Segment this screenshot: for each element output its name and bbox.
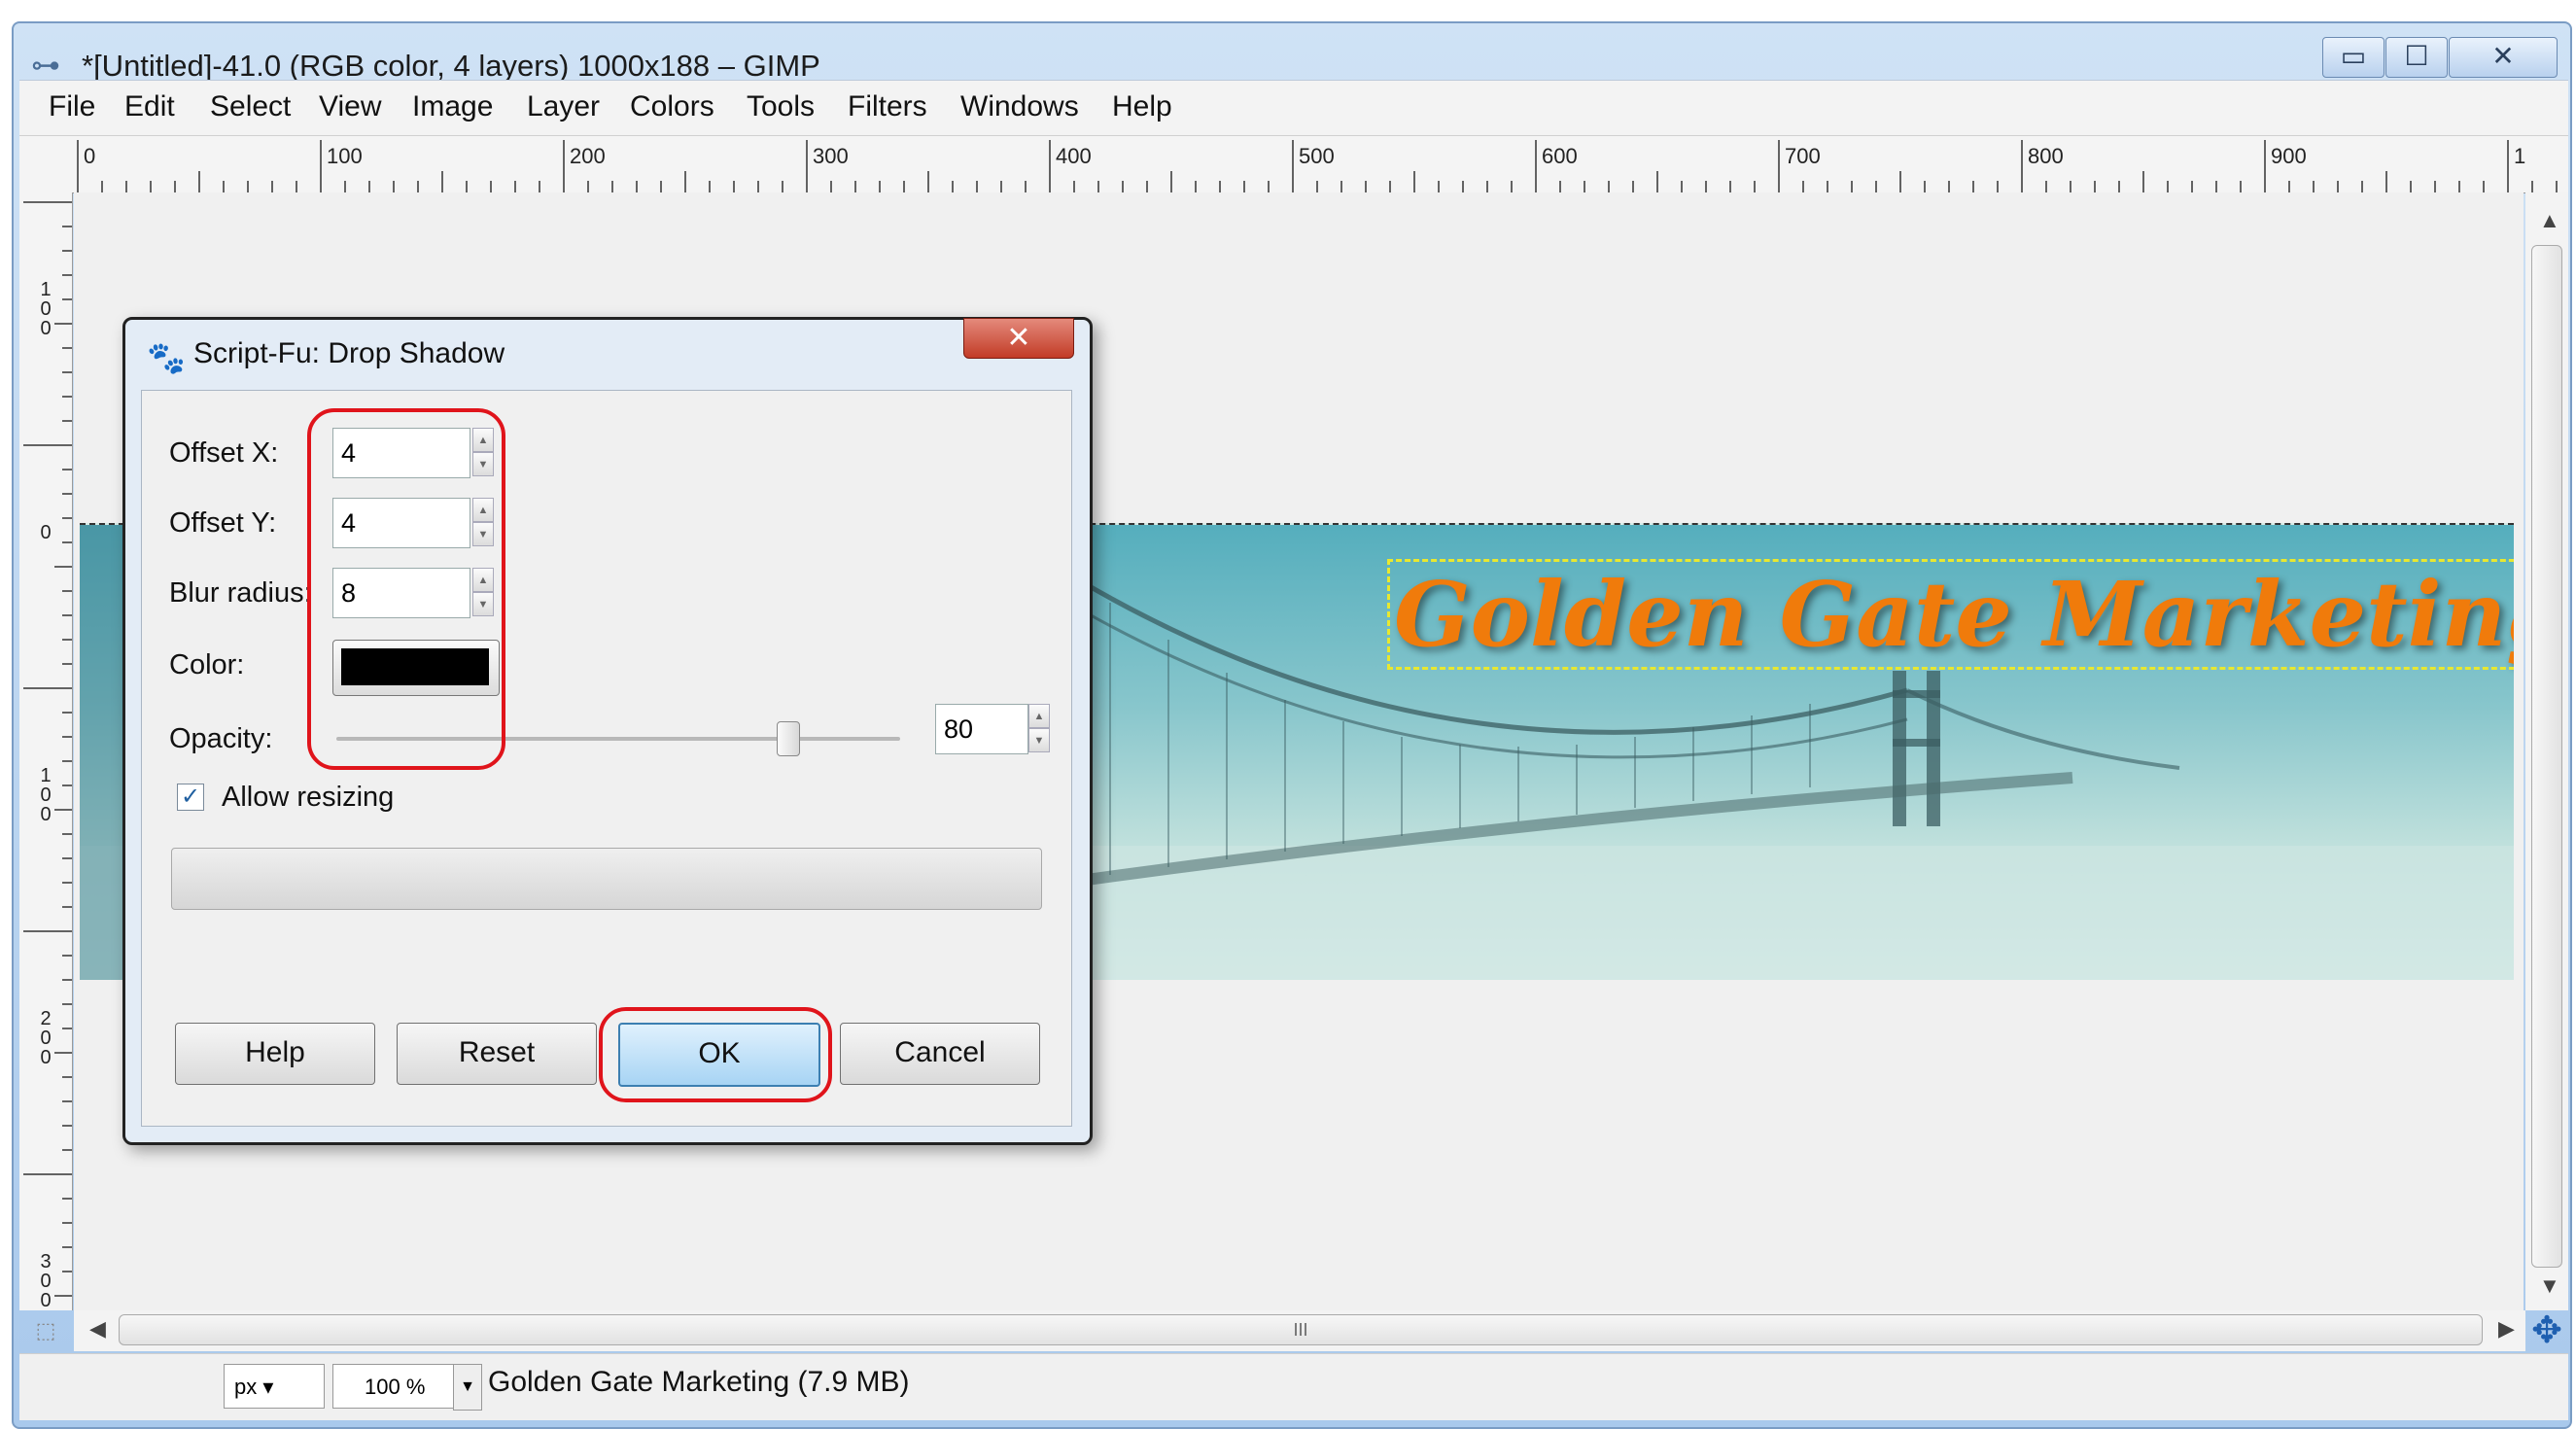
offset-x-label: Offset X: xyxy=(169,437,279,469)
ruler-label: 100 xyxy=(327,144,363,168)
vertical-scrollbar[interactable]: ▲ ▼ xyxy=(2525,192,2568,1310)
zoom-dropdown-icon[interactable]: ▼ xyxy=(453,1364,482,1411)
ruler-label: 300 xyxy=(813,144,849,168)
horizontal-scroll-thumb[interactable]: III xyxy=(119,1314,2483,1345)
menu-layer[interactable]: Layer xyxy=(527,90,600,123)
script-fu-icon: 🐾 xyxy=(147,340,186,375)
ruler-label: 1 xyxy=(2514,144,2526,168)
menu-view[interactable]: View xyxy=(319,90,381,123)
ok-highlight-annotation xyxy=(599,1007,832,1102)
dialog-title: Script-Fu: Drop Shadow xyxy=(193,337,505,369)
ruler-label: 100 xyxy=(40,279,52,339)
allow-resizing-label[interactable]: Allow resizing xyxy=(222,782,394,814)
ruler-label: 200 xyxy=(40,1008,52,1068)
ruler-label: 100 xyxy=(40,765,52,825)
ruler-label: 600 xyxy=(1542,144,1578,168)
help-button[interactable]: Help xyxy=(175,1023,375,1085)
quick-mask-icon[interactable]: ⬚ xyxy=(19,1310,72,1351)
menu-windows[interactable]: Windows xyxy=(960,90,1079,123)
ruler-label: 700 xyxy=(1785,144,1821,168)
navigate-icon[interactable]: ✥ xyxy=(2525,1310,2568,1351)
window-title: *[Untitled]-41.0 (RGB color, 4 layers) 1… xyxy=(82,49,820,83)
close-icon: ✕ xyxy=(2491,41,2515,71)
ruler-label: 200 xyxy=(570,144,606,168)
reset-button[interactable]: Reset xyxy=(397,1023,597,1085)
scroll-left-icon[interactable]: ◀ xyxy=(89,1316,106,1342)
zoom-input[interactable]: 100 % xyxy=(332,1364,469,1409)
maximize-icon: ☐ xyxy=(2404,41,2429,71)
maximize-button[interactable]: ☐ xyxy=(2385,37,2448,78)
menu-bar: File Edit Select View Image Layer Colors… xyxy=(19,80,2568,136)
minimize-button[interactable]: ▭ xyxy=(2322,37,2385,78)
menu-file[interactable]: File xyxy=(49,90,95,123)
status-bar: px ▾ 100 % ▼ Golden Gate Marketing (7.9 … xyxy=(19,1353,2568,1420)
opacity-slider-thumb[interactable] xyxy=(777,721,800,756)
menu-image[interactable]: Image xyxy=(412,90,493,123)
check-mark-icon: ✓ xyxy=(180,784,201,810)
menu-filters[interactable]: Filters xyxy=(848,90,927,123)
color-label: Color: xyxy=(169,649,245,680)
gimp-icon: ⊶ xyxy=(31,50,60,82)
fields-highlight-annotation xyxy=(307,408,505,770)
spin-down-icon[interactable]: ▼ xyxy=(1028,728,1050,752)
menu-tools[interactable]: Tools xyxy=(747,90,815,123)
spin-up-icon[interactable]: ▲ xyxy=(1028,704,1050,728)
opacity-label: Opacity: xyxy=(169,723,273,754)
vertical-scroll-thumb[interactable] xyxy=(2531,245,2562,1268)
vertical-ruler[interactable]: 100 0 100 200 300 xyxy=(19,192,73,1310)
cancel-button[interactable]: Cancel xyxy=(840,1023,1040,1085)
opacity-input[interactable]: 80 xyxy=(935,704,1028,754)
scroll-up-icon[interactable]: ▲ xyxy=(2539,208,2560,233)
allow-resizing-checkbox[interactable]: ✓ xyxy=(177,784,204,811)
progress-bar xyxy=(171,848,1042,910)
ruler-label: 800 xyxy=(2028,144,2064,168)
unit-select[interactable]: px ▾ xyxy=(224,1364,325,1409)
ruler-label: 300 xyxy=(40,1251,52,1310)
drop-shadow-dialog: 🐾 Script-Fu: Drop Shadow ✕ Offset X: 4 ▲… xyxy=(122,317,1093,1145)
menu-edit[interactable]: Edit xyxy=(124,90,175,123)
blur-radius-label: Blur radius: xyxy=(169,577,312,609)
menu-select[interactable]: Select xyxy=(210,90,291,123)
menu-colors[interactable]: Colors xyxy=(630,90,714,123)
ruler-label: 0 xyxy=(84,144,96,168)
ruler-label: 0 xyxy=(40,522,52,543)
close-button[interactable]: ✕ xyxy=(2449,37,2558,78)
unit-value: px xyxy=(234,1375,258,1399)
menu-help[interactable]: Help xyxy=(1112,90,1172,123)
offset-y-label: Offset Y: xyxy=(169,507,277,539)
ruler-label: 900 xyxy=(2271,144,2307,168)
horizontal-ruler[interactable]: 0 100 200 300 400 500 600 700 800 900 1 xyxy=(19,136,2568,193)
opacity-spinner[interactable]: ▲ ▼ xyxy=(1028,704,1050,754)
ruler-label: 500 xyxy=(1299,144,1335,168)
close-icon: ✕ xyxy=(1006,322,1031,354)
minimize-icon: ▭ xyxy=(2340,41,2367,71)
dialog-body: Offset X: 4 ▲ ▼ Offset Y: 4 ▲ ▼ Blur radiu… xyxy=(141,390,1072,1127)
image-text-layer[interactable]: Golden Gate Marketing xyxy=(1387,559,2514,670)
scroll-right-icon[interactable]: ▶ xyxy=(2498,1316,2515,1342)
scroll-down-icon[interactable]: ▼ xyxy=(2539,1273,2560,1299)
dialog-close-button[interactable]: ✕ xyxy=(963,318,1074,359)
horizontal-scrollbar[interactable]: ◀ III ▶ xyxy=(74,1310,2525,1351)
ruler-label: 400 xyxy=(1056,144,1092,168)
status-info: Golden Gate Marketing (7.9 MB) xyxy=(488,1366,910,1398)
